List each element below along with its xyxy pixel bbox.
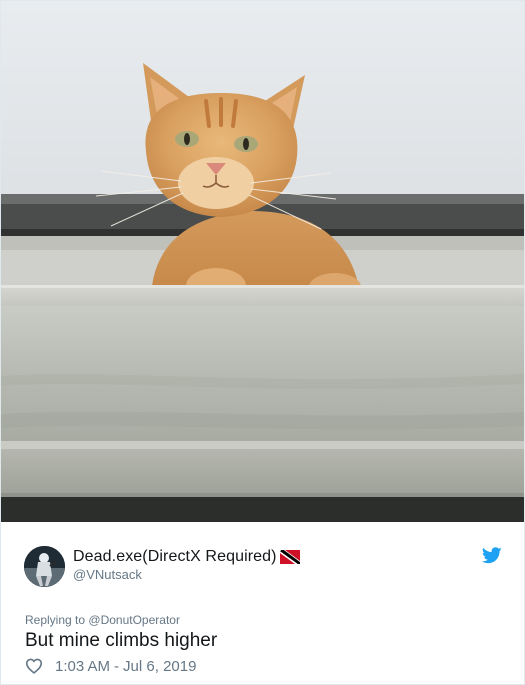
author-avatar[interactable] (24, 546, 65, 587)
reply-to-link[interactable]: @DonutOperator (88, 613, 180, 627)
author-display-name[interactable]: Dead.exe(DirectX Required) (73, 548, 277, 566)
tweet-time[interactable]: 1:03 AM (55, 658, 110, 675)
tweet-text: But mine climbs higher (25, 630, 218, 651)
trinidad-tobago-flag-icon (279, 550, 300, 564)
tweet-photo[interactable] (1, 1, 524, 522)
twitter-bird-icon[interactable] (481, 547, 502, 564)
heart-icon[interactable] (25, 658, 43, 674)
tweet-card: Dead.exe(DirectX Required) @VNutsack Rep… (0, 0, 525, 685)
tweet-footer: 1:03 AM - Jul 6, 2019 (25, 656, 196, 676)
time-date-separator: - (114, 657, 120, 675)
reply-context: Replying to @DonutOperator (25, 613, 180, 627)
author-name-row[interactable]: Dead.exe(DirectX Required) (73, 547, 300, 567)
tweet-date[interactable]: Jul 6, 2019 (123, 658, 196, 675)
author-handle[interactable]: @VNutsack (73, 567, 142, 582)
reply-prefix: Replying to (25, 613, 86, 627)
